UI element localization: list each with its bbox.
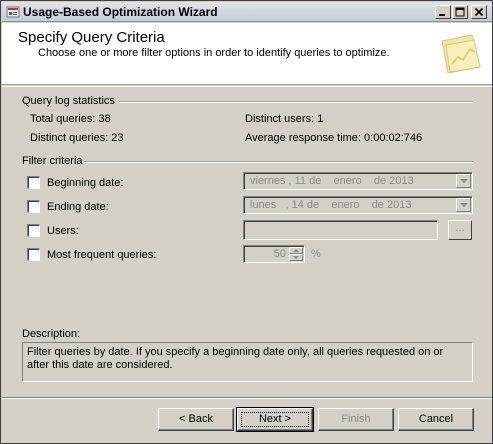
chevron-down-icon[interactable]	[456, 174, 471, 188]
wizard-header: Specify Query Criteria Choose one or mor…	[2, 23, 492, 85]
percent-unit: %	[311, 248, 321, 260]
cancel-button[interactable]: Cancel	[398, 408, 474, 431]
next-button[interactable]: Next >	[236, 407, 314, 432]
distinct-users-stat: Distinct users: 1	[245, 113, 324, 125]
description-label: Description:	[22, 328, 81, 340]
window-title: Usage-Based Optimization Wizard	[23, 5, 218, 19]
users-input[interactable]	[243, 220, 438, 240]
focus-rect	[241, 412, 309, 427]
beginning-date-checkbox[interactable]	[27, 176, 40, 189]
users-label: Users:	[47, 225, 79, 237]
description-box: Filter queries by date. If you specify a…	[22, 342, 473, 382]
total-queries-stat: Total queries: 38	[30, 113, 111, 125]
ending-date-checkbox[interactable]	[27, 200, 40, 213]
query-log-divider	[119, 101, 473, 103]
query-log-group-label: Query log statistics	[22, 95, 115, 107]
average-response-stat: Average response time: 0:00:02:746	[245, 132, 423, 144]
chevron-down-icon[interactable]	[456, 198, 471, 212]
most-frequent-label: Most frequent queries:	[47, 249, 157, 261]
back-button-label: < Back	[179, 413, 213, 425]
spin-up-icon[interactable]	[289, 247, 303, 254]
page-title: Specify Query Criteria	[18, 29, 165, 46]
close-icon[interactable]	[471, 5, 487, 19]
finish-button[interactable]: Finish	[318, 408, 394, 431]
page-subtitle: Choose one or more filter options in ord…	[38, 47, 390, 59]
beginning-date-value: viernes , 11 de enero de 2013	[250, 175, 414, 187]
wizard-app-icon	[6, 5, 20, 19]
chart-folder-icon	[438, 31, 484, 80]
ending-date-label: Ending date:	[47, 201, 109, 213]
title-bar[interactable]: Usage-Based Optimization Wizard	[2, 2, 492, 22]
most-frequent-checkbox[interactable]	[27, 248, 40, 261]
beginning-date-label: Beginning date:	[47, 177, 124, 189]
minimize-icon[interactable]	[435, 5, 451, 19]
back-button[interactable]: < Back	[158, 408, 234, 431]
header-divider	[2, 86, 492, 87]
cancel-button-label: Cancel	[418, 413, 454, 425]
filter-group-label: Filter criteria	[22, 155, 83, 167]
spin-down-icon[interactable]	[289, 254, 303, 261]
ending-date-value: lunes , 14 de enero de 2013	[250, 199, 412, 211]
distinct-queries-stat: Distinct queries: 23	[30, 132, 124, 144]
users-checkbox[interactable]	[27, 224, 40, 237]
ending-date-picker[interactable]: lunes , 14 de enero de 2013	[243, 196, 473, 214]
most-frequent-value: 50	[273, 248, 286, 260]
most-frequent-stepper[interactable]: 50	[243, 245, 305, 263]
wizard-window: Usage-Based Optimization Wizard Specify …	[0, 0, 493, 444]
maximize-icon[interactable]	[452, 5, 468, 19]
browse-users-button[interactable]: ...	[448, 220, 472, 240]
footer-divider	[2, 397, 492, 399]
beginning-date-picker[interactable]: viernes , 11 de enero de 2013	[243, 172, 473, 190]
description-text: Filter queries by date. If you specify a…	[27, 346, 444, 371]
finish-button-label: Finish	[341, 413, 371, 425]
filter-divider	[84, 161, 473, 163]
